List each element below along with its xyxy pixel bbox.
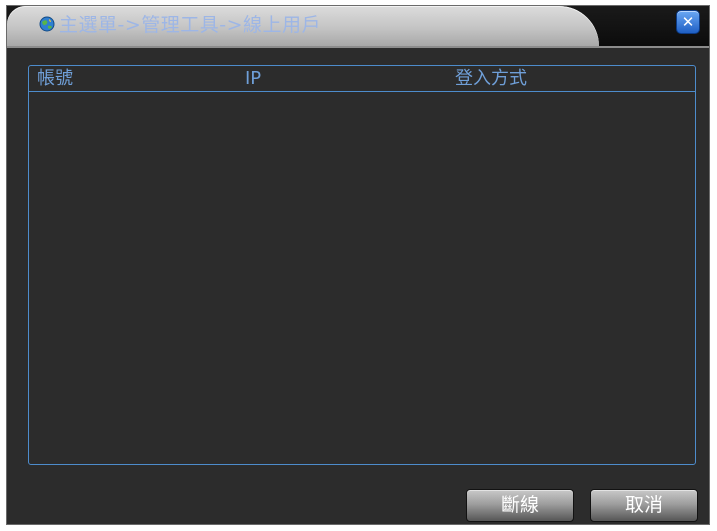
- close-icon: ✕: [681, 13, 695, 31]
- online-users-window: 主選單->管理工具->線上用戶 ✕ 帳號 IP 登入方式 斷線 取消: [6, 5, 710, 525]
- title-bar: 主選單->管理工具->線上用戶 ✕: [7, 6, 709, 48]
- table-header: 帳號 IP 登入方式: [29, 66, 695, 92]
- column-header-account[interactable]: 帳號: [37, 66, 73, 91]
- column-header-login-method[interactable]: 登入方式: [455, 66, 527, 91]
- window-title: 主選單->管理工具->線上用戶: [59, 14, 322, 36]
- cancel-button[interactable]: 取消: [590, 489, 698, 522]
- title-row: 主選單->管理工具->線上用戶: [39, 10, 321, 37]
- title-tab: 主選單->管理工具->線上用戶: [7, 6, 599, 46]
- close-button[interactable]: ✕: [676, 10, 700, 34]
- column-header-ip[interactable]: IP: [245, 66, 261, 91]
- globe-icon: [39, 16, 55, 32]
- disconnect-button[interactable]: 斷線: [466, 489, 574, 522]
- online-users-table: 帳號 IP 登入方式: [28, 65, 696, 465]
- table-body[interactable]: [29, 92, 695, 464]
